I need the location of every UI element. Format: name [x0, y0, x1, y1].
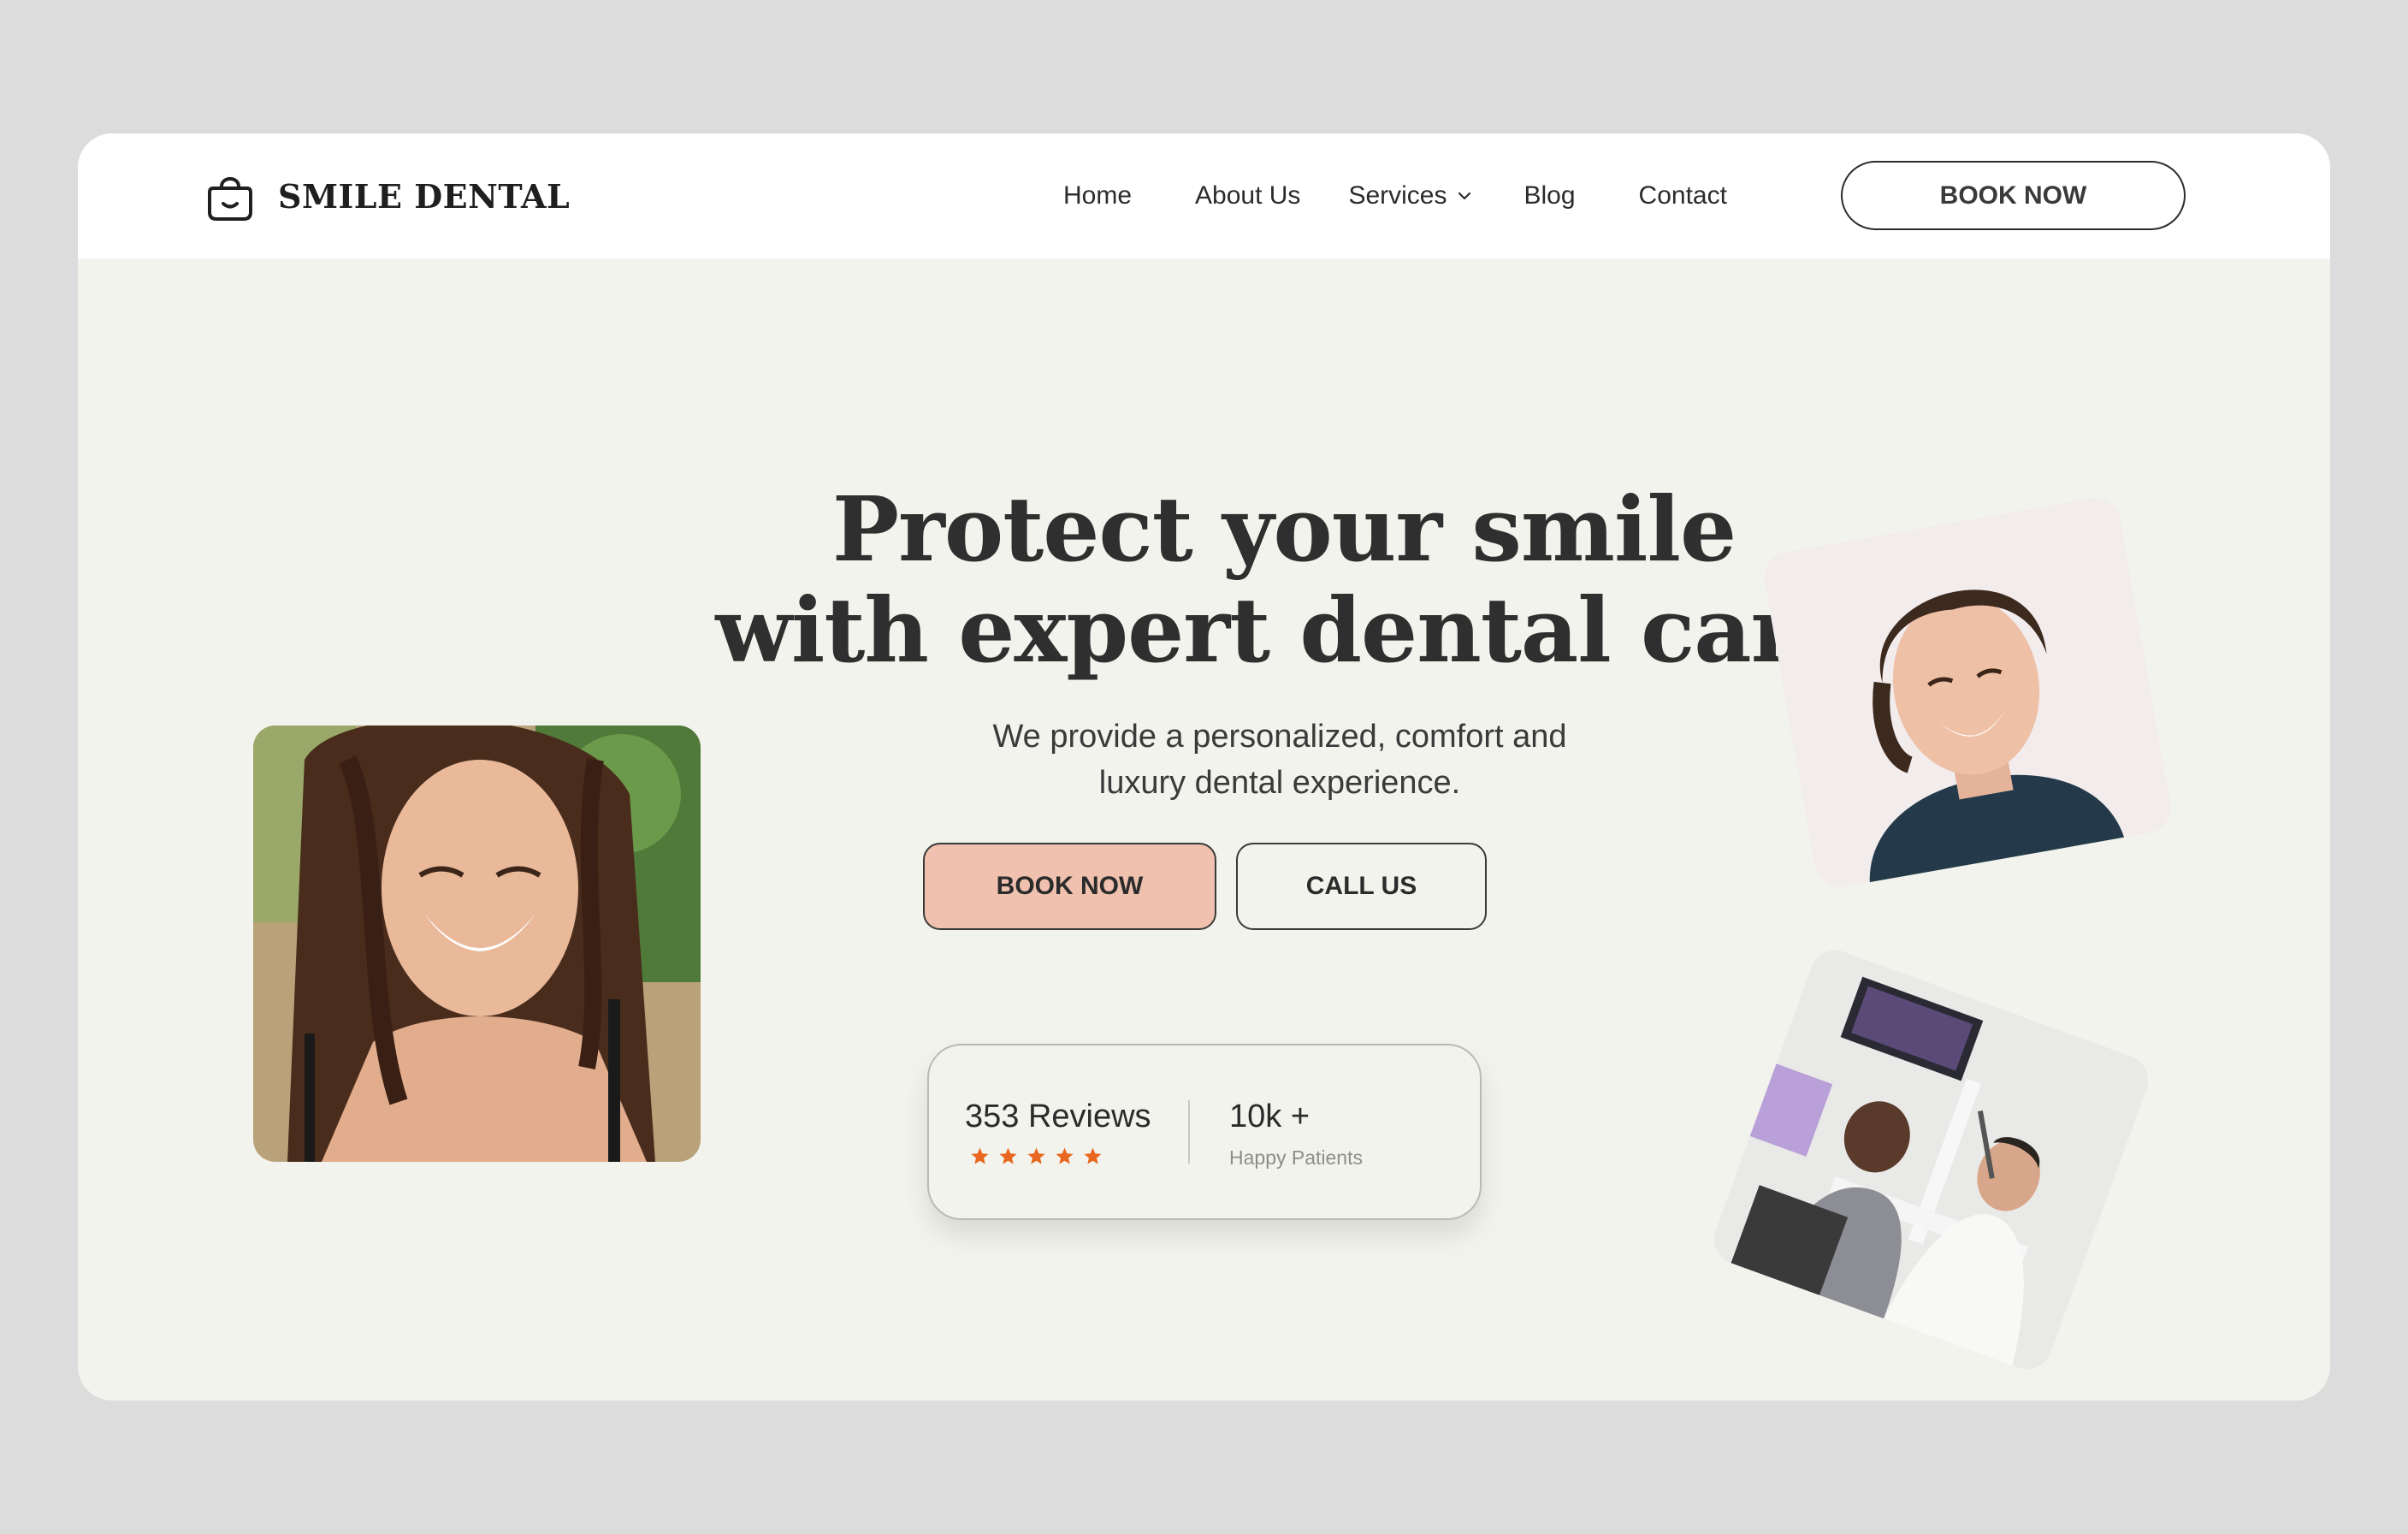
hero-title-line2: with expert dental care: [715, 577, 1853, 683]
star-icon: [999, 1147, 1017, 1164]
hero-title: Protect your smile with expert dental ca…: [634, 479, 1934, 681]
nav-item-services[interactable]: Services: [1348, 181, 1472, 210]
nav-book-now-button[interactable]: BOOK NOW: [1841, 161, 2186, 230]
stats-divider: [1188, 1100, 1190, 1164]
star-icon: [1056, 1147, 1074, 1164]
hero-call-us-button[interactable]: CALL US: [1236, 843, 1487, 930]
star-icon: [1027, 1147, 1045, 1164]
hero-subtitle: We provide a personalized, comfort and l…: [848, 714, 1712, 806]
smiling-bag-icon: [208, 177, 252, 221]
patients-label: Happy Patients: [1229, 1146, 1363, 1169]
main-nav: Home About Us Services Blog Contact: [1063, 133, 1727, 258]
hero-subtitle-line1: We provide a personalized, comfort and: [992, 719, 1567, 755]
stats-card: 353 Reviews 10k + Happy Patients: [927, 1044, 1482, 1220]
star-icon: [1084, 1147, 1102, 1164]
nav-item-blog[interactable]: Blog: [1523, 181, 1575, 210]
nav-item-services-label: Services: [1348, 181, 1447, 210]
hero-subtitle-line2: luxury dental experience.: [1098, 765, 1461, 801]
patients-count: 10k +: [1229, 1099, 1310, 1134]
hero-title-line1: Protect your smile: [831, 477, 1736, 582]
nav-item-home[interactable]: Home: [1063, 181, 1132, 210]
brand-logo[interactable]: SMILE DENTAL: [206, 169, 570, 222]
reviews-count: 353 Reviews: [965, 1099, 1151, 1134]
dentist-patient-photo: [1707, 943, 2156, 1377]
hero-book-now-button[interactable]: BOOK NOW: [923, 843, 1216, 930]
rating-stars: [970, 1146, 1103, 1166]
landing-card: SMILE DENTAL Home About Us Services Blog…: [78, 133, 2330, 1401]
chevron-down-icon: [1458, 192, 1471, 200]
smiling-woman-photo: [253, 726, 701, 1162]
nav-item-about-us[interactable]: About Us: [1195, 181, 1300, 210]
star-icon: [971, 1147, 989, 1164]
brand-name: SMILE DENTAL: [278, 176, 571, 216]
nav-item-contact[interactable]: Contact: [1639, 181, 1727, 210]
smiling-man-photo: [1760, 494, 2175, 891]
navbar: SMILE DENTAL Home About Us Services Blog…: [78, 133, 2330, 258]
